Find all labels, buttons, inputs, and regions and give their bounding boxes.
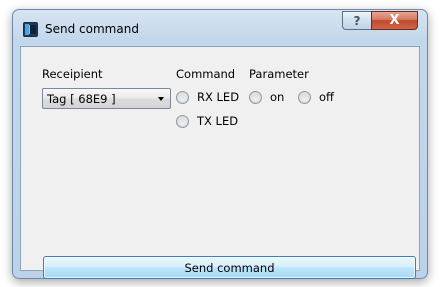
command-label: Command — [176, 67, 236, 81]
rx-led-radio[interactable] — [176, 91, 189, 104]
param-on-radio[interactable] — [249, 91, 262, 104]
window-title: Send command — [45, 22, 139, 36]
send-command-button[interactable]: Send command — [43, 256, 416, 279]
close-button[interactable]: X — [371, 11, 418, 30]
send-command-window: Send command ? X Receipient Command Para… — [12, 9, 428, 279]
close-icon: X — [389, 13, 400, 28]
parameter-label: Parameter — [249, 67, 309, 81]
chevron-down-icon — [158, 97, 164, 101]
param-off-label[interactable]: off — [319, 90, 334, 104]
recipient-dropdown[interactable]: Tag [ 68E9 ] — [42, 88, 171, 109]
title-bar[interactable]: Send command ? X — [13, 10, 427, 46]
app-icon — [23, 22, 38, 37]
tx-led-radio[interactable] — [176, 115, 189, 128]
help-button[interactable]: ? — [342, 11, 371, 30]
recipient-label: Receipient — [42, 67, 103, 81]
tx-led-label[interactable]: TX LED — [197, 114, 238, 128]
recipient-dropdown-value: Tag [ 68E9 ] — [47, 92, 116, 106]
question-mark-icon: ? — [353, 13, 361, 28]
param-on-label[interactable]: on — [270, 90, 284, 104]
param-off-radio[interactable] — [298, 91, 311, 104]
rx-led-label[interactable]: RX LED — [197, 90, 239, 104]
dialog-body: Receipient Command Parameter Tag [ 68E9 … — [20, 46, 420, 279]
